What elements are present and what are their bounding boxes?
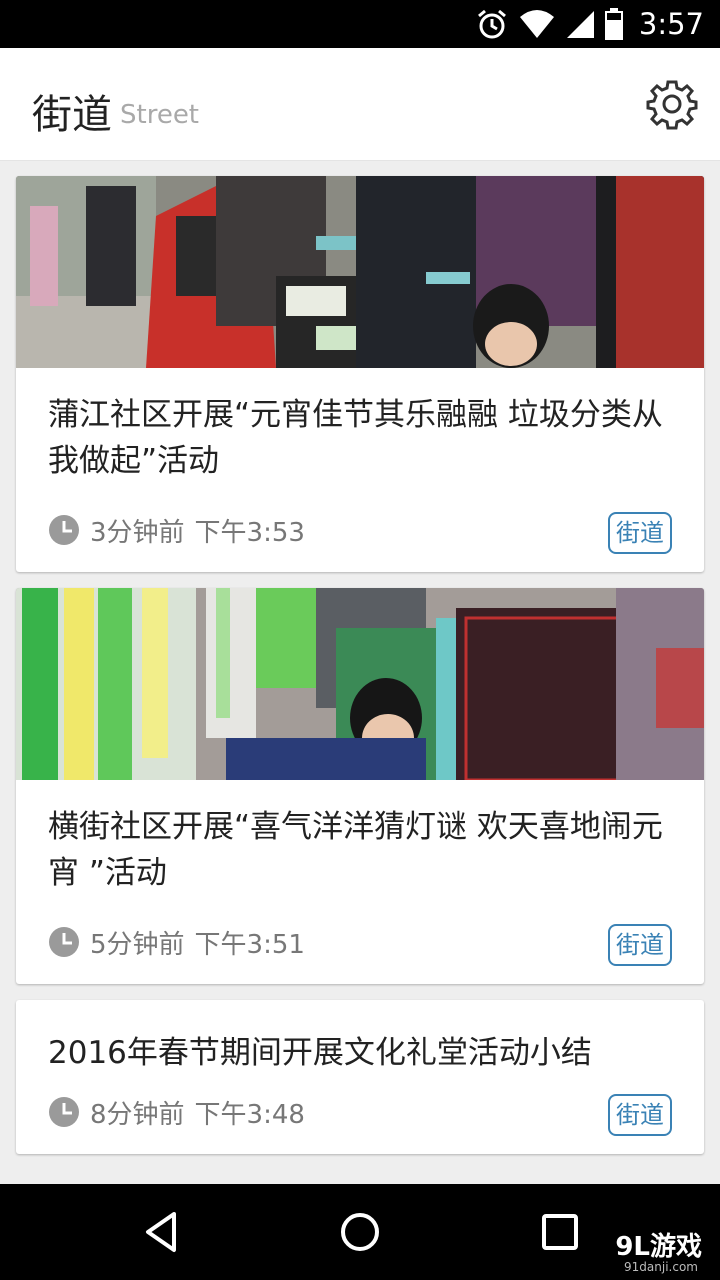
relative-time: 8分钟前: [90, 1099, 185, 1130]
category-tag[interactable]: 街道: [608, 924, 672, 966]
navigation-bar: [0, 1184, 720, 1280]
relative-time: 5分钟前: [90, 929, 185, 960]
news-image-volunteers: [16, 176, 704, 368]
alarm-icon: [477, 9, 506, 39]
back-icon[interactable]: [140, 1210, 184, 1254]
page-subtitle: Street: [120, 100, 200, 130]
card-body: 蒲江社区开展“元宵佳节其乐融融 垃圾分类从我做起”活动 3分钟前 下午3:53 …: [16, 368, 704, 572]
post-time: 下午3:53: [194, 517, 305, 548]
battery-icon: [604, 8, 623, 40]
category-tag[interactable]: 街道: [608, 512, 672, 554]
news-meta: 5分钟前 下午3:51: [48, 920, 672, 964]
news-title: 横街社区开展“喜气洋洋猜灯谜 欢天喜地闹元宵 ”活动: [48, 809, 663, 891]
relative-time: 3分钟前: [90, 517, 185, 548]
status-time: 3:57: [638, 7, 704, 41]
post-time: 下午3:51: [194, 929, 305, 960]
watermark-url: 91danji.com: [624, 1260, 698, 1274]
home-icon[interactable]: [338, 1210, 382, 1254]
category-tag[interactable]: 街道: [608, 1094, 672, 1136]
news-card[interactable]: 蒲江社区开展“元宵佳节其乐融融 垃圾分类从我做起”活动 3分钟前 下午3:53 …: [16, 176, 704, 572]
app-bar: 街道 Street: [0, 48, 720, 161]
card-body: 2016年春节期间开展文化礼堂活动小结 8分钟前 下午3:48 街道: [16, 1000, 704, 1154]
news-meta: 8分钟前 下午3:48: [48, 1090, 672, 1134]
news-card[interactable]: 2016年春节期间开展文化礼堂活动小结 8分钟前 下午3:48 街道: [16, 1000, 704, 1154]
news-feed: 蒲江社区开展“元宵佳节其乐融融 垃圾分类从我做起”活动 3分钟前 下午3:53 …: [16, 176, 704, 1170]
news-card[interactable]: 横街社区开展“喜气洋洋猜灯谜 欢天喜地闹元宵 ”活动 5分钟前 下午3:51 街…: [16, 588, 704, 984]
clock-icon: [49, 927, 79, 957]
clock-icon: [49, 515, 79, 545]
settings-gear-icon[interactable]: [646, 78, 698, 130]
card-body: 横街社区开展“喜气洋洋猜灯谜 欢天喜地闹元宵 ”活动 5分钟前 下午3:51 街…: [16, 780, 704, 984]
news-title: 2016年春节期间开展文化礼堂活动小结: [48, 1035, 592, 1071]
news-image-lantern-riddles: [16, 588, 704, 780]
watermark: 9L游戏: [615, 1232, 702, 1262]
news-title: 蒲江社区开展“元宵佳节其乐融融 垃圾分类从我做起”活动: [48, 397, 663, 479]
status-icons: 3:57: [475, 0, 704, 48]
cell-signal-icon: [566, 11, 594, 38]
status-bar: 3:57: [0, 0, 720, 48]
page-title: 街道: [32, 92, 112, 138]
recents-icon[interactable]: [538, 1210, 582, 1254]
news-meta: 3分钟前 下午3:53: [48, 508, 672, 552]
clock-icon: [49, 1097, 79, 1127]
post-time: 下午3:48: [194, 1099, 305, 1130]
wifi-icon: [519, 10, 554, 38]
